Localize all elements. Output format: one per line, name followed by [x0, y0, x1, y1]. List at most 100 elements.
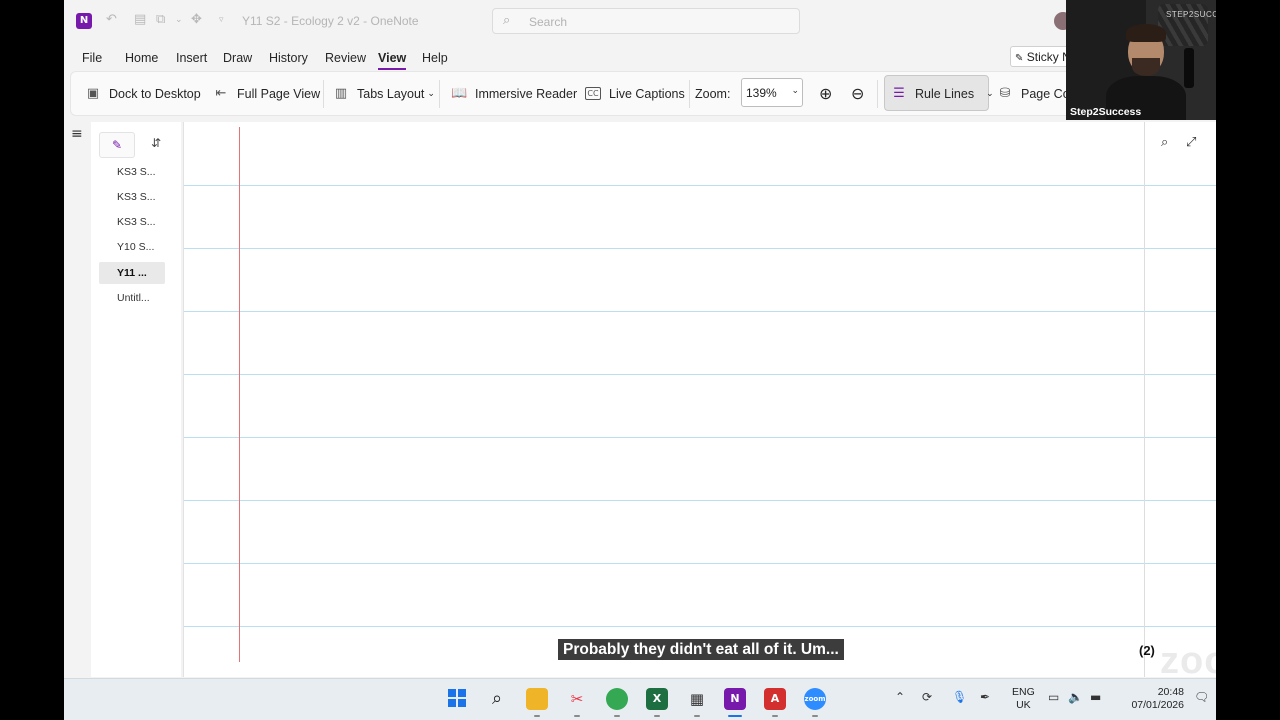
menu-view[interactable]: View — [378, 51, 407, 70]
page-list-item[interactable]: KS3 S... — [99, 161, 165, 183]
clipboard-icon[interactable]: ▤ — [134, 12, 146, 27]
paint-bucket-icon: ⛁ — [999, 85, 1011, 101]
chevron-down-icon[interactable]: ⌄ — [175, 15, 183, 25]
clock[interactable]: 20:48 07/01/2026 — [1114, 686, 1184, 712]
zoom-in-icon[interactable]: ⊕ — [819, 72, 832, 115]
page-list-item-selected[interactable]: Y11 ... — [99, 262, 165, 284]
ribbon-divider — [877, 80, 878, 108]
running-indicator — [812, 715, 818, 717]
onenote-logo-icon: N — [76, 13, 92, 29]
page-color-button[interactable]: ⛁ Page Co — [997, 72, 1070, 115]
search-icon: ⌕ — [503, 13, 511, 28]
shapes-icon[interactable]: ⧉ — [156, 12, 165, 27]
canvas-right-area[interactable] — [1144, 122, 1216, 677]
microphone-icon[interactable]: 🎙 — [952, 690, 967, 704]
navigation-menu-icon[interactable]: ≡ — [71, 126, 83, 142]
add-page-icon[interactable]: ✎ — [99, 132, 135, 158]
rule-lines — [183, 122, 1144, 677]
page-color-label: Page Co — [1021, 86, 1070, 101]
pen-icon[interactable]: ✒ — [980, 690, 990, 704]
chevron-down-icon: ⌄ — [791, 86, 799, 96]
full-page-icon: ⇤ — [215, 85, 227, 101]
search-box[interactable]: ⌕ Search — [492, 8, 800, 34]
menu-insert[interactable]: Insert — [176, 51, 207, 65]
canvas-border — [183, 122, 184, 677]
tabs-layout-button[interactable]: ▥ Tabs Layout ⌄ — [333, 72, 435, 115]
dock-to-desktop-button[interactable]: ▣ Dock to Desktop — [85, 72, 201, 115]
zoom-select[interactable]: 139% ⌄ — [741, 78, 803, 107]
full-page-label: Full Page View — [237, 86, 321, 101]
tray-overflow-icon[interactable]: ⌃ — [895, 690, 905, 704]
running-indicator — [534, 715, 540, 717]
chevron-down-icon: ⌄ — [427, 88, 435, 99]
note-canvas[interactable] — [183, 122, 1144, 677]
full-page-view-button[interactable]: ⇤ Full Page View — [213, 72, 321, 115]
snipping-tool-icon[interactable]: ✂ — [566, 688, 588, 710]
running-indicator — [772, 715, 778, 717]
running-indicator — [654, 715, 660, 717]
onenote-taskbar-icon[interactable]: N — [724, 688, 746, 710]
chrome-icon[interactable] — [606, 688, 628, 710]
undo-icon[interactable]: ↶ — [106, 12, 117, 27]
tabs-layout-label: Tabs Layout — [357, 86, 425, 101]
zoom-watermark: zoom — [1160, 640, 1216, 682]
sort-icon[interactable]: ⇵ — [151, 136, 161, 150]
menu-help[interactable]: Help — [422, 51, 448, 65]
zoom-label: Zoom: — [695, 86, 731, 101]
immersive-reader-icon: 📖 — [451, 85, 468, 101]
running-indicator — [694, 715, 700, 717]
webcam-overlay: STEP2SUCCESS Step2Success — [1066, 0, 1216, 120]
expand-icon[interactable]: ⤢ — [1186, 135, 1196, 150]
menu-history[interactable]: History — [269, 51, 308, 65]
volume-icon[interactable]: 🔈 — [1068, 690, 1083, 704]
menu-review[interactable]: Review — [325, 51, 366, 65]
sticky-notes-button[interactable]: ✎ Sticky N — [1010, 46, 1071, 67]
page-list-item[interactable]: KS3 S... — [99, 186, 165, 208]
page-list-pane: ✎ ⇵ KS3 S... KS3 S... KS3 S... Y10 S... … — [91, 122, 181, 677]
sticky-notes-label: Sticky N — [1026, 50, 1071, 64]
zoom-out-icon[interactable]: ⊖ — [851, 72, 864, 115]
active-app-indicator — [728, 715, 742, 717]
live-captions-button[interactable]: CC Live Captions — [585, 72, 685, 115]
mark-label: (2) — [1139, 643, 1155, 658]
rule-lines-icon: ☰ — [893, 85, 905, 101]
file-explorer-icon[interactable] — [526, 688, 548, 710]
network-icon[interactable]: ▭ — [1048, 690, 1059, 704]
running-indicator — [574, 715, 580, 717]
presenter-hair — [1126, 24, 1166, 42]
dock-label: Dock to Desktop — [109, 86, 201, 101]
acrobat-icon[interactable]: A — [764, 688, 786, 710]
page-list-item[interactable]: Y10 S... — [99, 236, 165, 258]
participant-name: Step2Success — [1070, 106, 1142, 118]
date: 07/01/2026 — [1131, 699, 1184, 711]
rule-lines-label: Rule Lines — [915, 86, 975, 101]
language-indicator[interactable]: ENG UK — [1012, 686, 1035, 712]
window-title: Y11 S2 - Ecology 2 v2 - OneNote — [242, 14, 419, 28]
sticky-notes-icon: ✎ — [1015, 53, 1024, 64]
taskbar: ⌕ ✂ X ▦ N A zoom ⌃ ⟳ 🎙 ✒ ENG UK ▭ 🔈 ▬ 20… — [64, 678, 1216, 720]
calculator-icon[interactable]: ▦ — [686, 688, 708, 710]
excel-icon[interactable]: X — [646, 688, 668, 710]
search-icon[interactable]: ⌕ — [486, 688, 508, 710]
menu-draw[interactable]: Draw — [223, 51, 252, 65]
search-icon[interactable]: ⌕ — [1161, 135, 1168, 150]
customize-chevron-icon[interactable]: ▿ — [219, 15, 224, 25]
menu-home[interactable]: Home — [125, 51, 158, 65]
dock-icon: ▣ — [86, 85, 100, 101]
ribbon-divider — [689, 80, 690, 108]
page-list-item[interactable]: Untitl... — [99, 287, 165, 309]
menu-file[interactable]: File — [82, 51, 102, 65]
sync-icon[interactable]: ⟳ — [922, 690, 932, 704]
search-placeholder: Search — [529, 15, 568, 29]
page-list-item[interactable]: KS3 S... — [99, 211, 165, 233]
windows-start-icon[interactable] — [446, 688, 468, 710]
time: 20:48 — [1157, 686, 1184, 698]
rule-lines-content[interactable]: ☰ Rule Lines ⌄ — [891, 72, 993, 115]
ribbon-divider — [323, 80, 324, 108]
move-icon[interactable]: ✥ — [191, 12, 202, 27]
zoom-app-icon[interactable]: zoom — [804, 688, 826, 710]
immersive-reader-button[interactable]: 📖 Immersive Reader — [451, 72, 577, 115]
notifications-icon[interactable]: 🗨 — [1194, 690, 1209, 704]
battery-icon[interactable]: ▬ — [1090, 690, 1101, 704]
microphone-stand — [1184, 48, 1194, 88]
